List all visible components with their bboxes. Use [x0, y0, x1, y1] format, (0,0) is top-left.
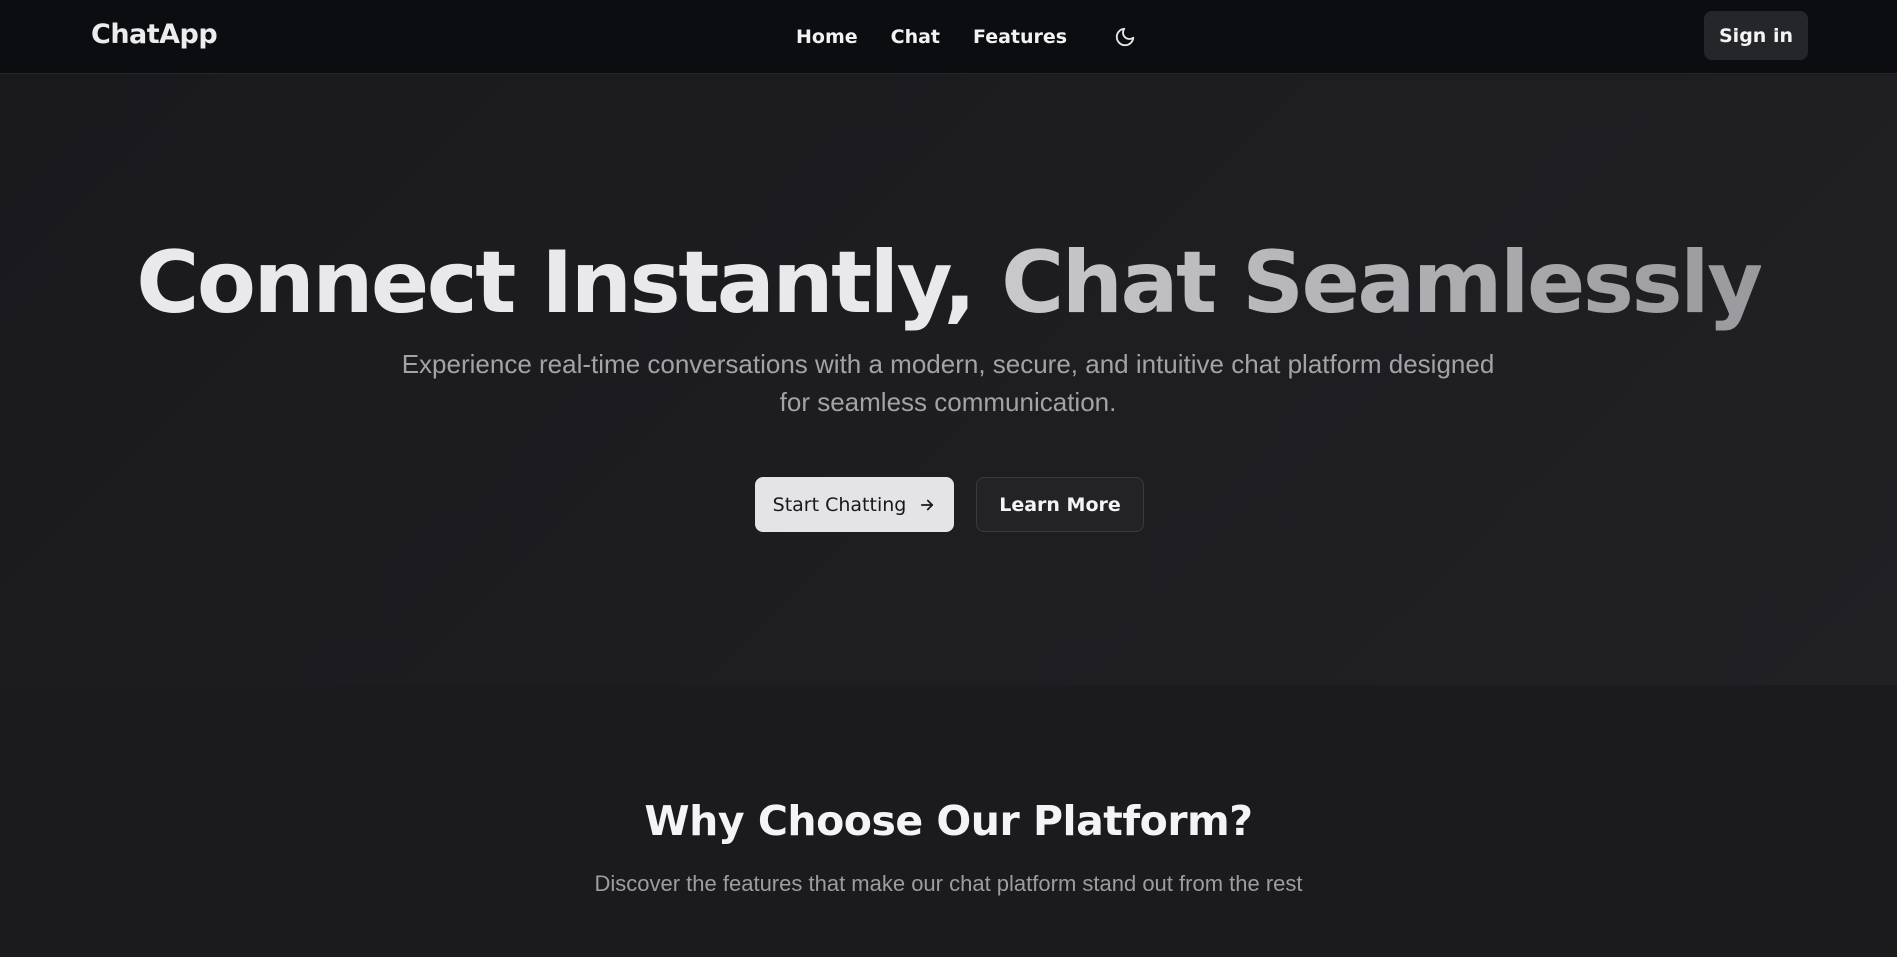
sign-in-button[interactable]: Sign in [1704, 11, 1808, 60]
learn-more-button[interactable]: Learn More [976, 477, 1144, 532]
theme-toggle-button[interactable] [1112, 24, 1138, 50]
features-title: Why Choose Our Platform? [644, 797, 1253, 845]
top-navbar: ChatApp Home Chat Features Sign in [0, 0, 1897, 74]
hero-subtitle: Experience real-time conversations with … [401, 349, 1495, 417]
arrow-right-icon [921, 499, 934, 510]
features-section: Why Choose Our Platform? Discover the fe… [0, 685, 1897, 957]
hero-title-part2: Chat Seamlessly [1001, 233, 1763, 333]
brand-logo[interactable]: ChatApp [91, 19, 218, 50]
start-chatting-label: Start Chatting [772, 493, 907, 516]
hero-section: Connect Instantly, Chat Seamlessly Exper… [0, 75, 1897, 685]
hero-title: Connect Instantly, Chat Seamlessly [0, 233, 1897, 333]
main-nav: Home Chat Features [796, 24, 1138, 50]
start-chatting-button[interactable]: Start Chatting [755, 477, 954, 532]
features-subtitle: Discover the features that make our chat… [594, 871, 1303, 896]
nav-link-chat[interactable]: Chat [891, 26, 940, 48]
moon-icon [1115, 27, 1135, 47]
hero-title-part1: Connect Instantly, [136, 233, 1002, 333]
nav-link-home[interactable]: Home [796, 26, 858, 48]
nav-link-features[interactable]: Features [973, 26, 1067, 48]
